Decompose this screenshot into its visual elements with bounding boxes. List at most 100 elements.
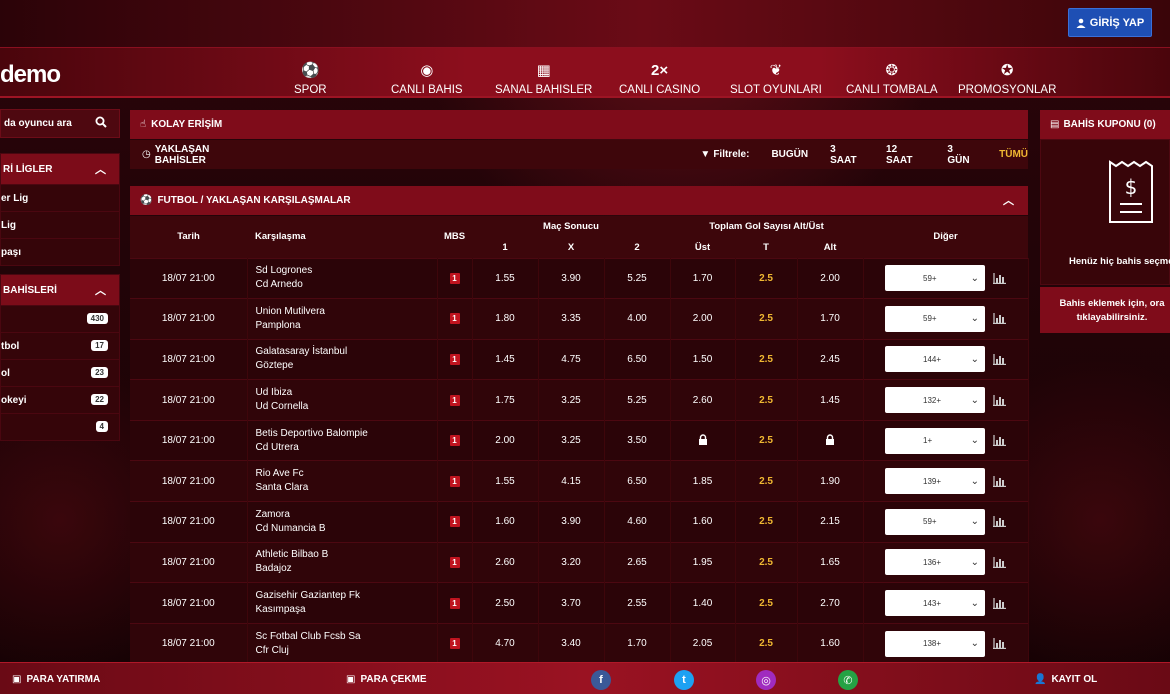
match-teams[interactable]: Galatasaray İstanbul Göztepe bbox=[247, 338, 438, 380]
odd-1[interactable]: 1.55 bbox=[472, 257, 539, 299]
nav-item-sanal-bahisler[interactable]: ▦ SANAL BAHISLER bbox=[495, 56, 592, 96]
odd-1[interactable]: 2.00 bbox=[472, 419, 539, 461]
twitter-icon[interactable]: t bbox=[674, 670, 694, 690]
odd-under[interactable]: 2.00 bbox=[797, 257, 864, 299]
match-teams[interactable]: Sd Logrones Cd Arnedo bbox=[247, 257, 438, 299]
statistics-icon[interactable] bbox=[993, 475, 1007, 487]
matches-header[interactable]: ⚽ FUTBOL / YAKLAŞAN KARŞILAŞMALAR ︿ bbox=[130, 186, 1028, 215]
login-button[interactable]: GİRİŞ YAP bbox=[1068, 8, 1152, 37]
match-teams[interactable]: Union Mutilvera Pamplona bbox=[247, 298, 438, 340]
sports-header[interactable]: BAHİSLERİ ︿ bbox=[1, 275, 119, 305]
more-markets-select[interactable]: 143+ ⌄ bbox=[885, 590, 986, 617]
nav-item-spor[interactable]: ⚽ SPOR bbox=[294, 56, 327, 96]
sport-item[interactable]: okeyi 22 bbox=[1, 386, 119, 413]
odd-2[interactable]: 3.50 bbox=[604, 419, 671, 461]
statistics-icon[interactable] bbox=[993, 597, 1007, 609]
nav-item-canli-tombala[interactable]: ❂ CANLI TOMBALA bbox=[846, 56, 938, 96]
odd-over[interactable]: 1.85 bbox=[670, 460, 736, 502]
sport-item[interactable]: ol 23 bbox=[1, 359, 119, 386]
whatsapp-icon[interactable]: ✆ bbox=[838, 670, 858, 690]
odd-2[interactable]: 5.25 bbox=[604, 379, 671, 421]
odd-2[interactable]: 5.25 bbox=[604, 257, 671, 299]
statistics-icon[interactable] bbox=[993, 353, 1007, 365]
more-markets-select[interactable]: 59+ ⌄ bbox=[885, 508, 986, 535]
odd-under[interactable]: 2.70 bbox=[797, 582, 864, 624]
more-markets-select[interactable]: 59+ ⌄ bbox=[885, 265, 986, 292]
statistics-icon[interactable] bbox=[993, 516, 1007, 528]
odd-x[interactable]: 3.20 bbox=[538, 541, 605, 583]
sport-item[interactable]: tbol 17 bbox=[1, 332, 119, 359]
league-item[interactable]: Lig bbox=[1, 211, 119, 238]
nav-item-canli-bahis[interactable]: ◉ CANLI BAHIS bbox=[391, 56, 463, 96]
odd-over[interactable]: 1.95 bbox=[670, 541, 736, 583]
league-item[interactable]: er Lig bbox=[1, 184, 119, 211]
instagram-icon[interactable]: ◎ bbox=[756, 670, 776, 690]
odd-x[interactable]: 3.90 bbox=[538, 257, 605, 299]
odd-2[interactable]: 6.50 bbox=[604, 460, 671, 502]
odd-x[interactable]: 3.25 bbox=[538, 379, 605, 421]
odd-x[interactable]: 4.15 bbox=[538, 460, 605, 502]
odd-1[interactable]: 1.55 bbox=[472, 460, 539, 502]
odd-x[interactable]: 3.70 bbox=[538, 582, 605, 624]
odd-1[interactable]: 1.80 bbox=[472, 298, 539, 340]
more-markets-select[interactable]: 1+ ⌄ bbox=[885, 427, 986, 454]
more-markets-select[interactable]: 136+ ⌄ bbox=[885, 549, 986, 576]
sport-item[interactable]: 4 bbox=[1, 413, 119, 440]
more-markets-select[interactable]: 132+ ⌄ bbox=[885, 387, 986, 414]
more-markets-select[interactable]: 138+ ⌄ bbox=[885, 630, 986, 657]
odd-under[interactable]: 1.45 bbox=[797, 379, 864, 421]
odd-over[interactable]: 2.60 bbox=[670, 379, 736, 421]
match-teams[interactable]: Betis Deportivo Balompie Cd Utrera bbox=[247, 419, 438, 461]
odd-under[interactable]: 2.15 bbox=[797, 501, 864, 543]
odd-x[interactable]: 3.40 bbox=[538, 622, 605, 664]
odd-under[interactable]: 2.45 bbox=[797, 338, 864, 380]
odd-over[interactable]: 2.00 bbox=[670, 298, 736, 340]
filter-today[interactable]: BUGÜN bbox=[771, 149, 808, 160]
odd-x[interactable]: 3.90 bbox=[538, 501, 605, 543]
filter-3-days[interactable]: 3 GÜN bbox=[947, 144, 977, 166]
register-button[interactable]: 👤 KAYIT OL bbox=[1034, 663, 1097, 694]
match-teams[interactable]: Sc Fotbal Club Fcsb Sa Cfr Cluj bbox=[247, 622, 438, 664]
odd-over[interactable]: 1.70 bbox=[670, 257, 736, 299]
coupon-header[interactable]: ▤ BAHİS KUPONU (0) bbox=[1040, 110, 1170, 139]
odd-1[interactable]: 4.70 bbox=[472, 622, 539, 664]
odd-x[interactable]: 3.25 bbox=[538, 419, 605, 461]
odd-1[interactable]: 1.45 bbox=[472, 338, 539, 380]
odd-1[interactable]: 1.75 bbox=[472, 379, 539, 421]
odd-1[interactable]: 1.60 bbox=[472, 501, 539, 543]
odd-2[interactable]: 2.55 bbox=[604, 582, 671, 624]
filter-all[interactable]: TÜMÜ bbox=[999, 149, 1028, 160]
odd-2[interactable]: 4.60 bbox=[604, 501, 671, 543]
player-search-input[interactable]: da oyuncu ara bbox=[0, 109, 120, 138]
more-markets-select[interactable]: 59+ ⌄ bbox=[885, 305, 986, 332]
odd-2[interactable]: 2.65 bbox=[604, 541, 671, 583]
match-teams[interactable]: Ud Ibiza Ud Cornella bbox=[247, 379, 438, 421]
odd-over[interactable]: 2.05 bbox=[670, 622, 736, 664]
odd-under[interactable]: 1.90 bbox=[797, 460, 864, 502]
nav-item-promosyonlar[interactable]: ✪ PROMOSYONLAR bbox=[958, 56, 1056, 96]
match-teams[interactable]: Zamora Cd Numancia B bbox=[247, 501, 438, 543]
statistics-icon[interactable] bbox=[993, 435, 1007, 447]
facebook-icon[interactable]: f bbox=[591, 670, 611, 690]
withdraw-button[interactable]: ▣ PARA ÇEKME bbox=[346, 663, 427, 694]
logo[interactable]: demo bbox=[0, 61, 61, 89]
odd-under[interactable]: 1.70 bbox=[797, 298, 864, 340]
match-teams[interactable]: Athletic Bilbao B Badajoz bbox=[247, 541, 438, 583]
nav-item-canli-casino[interactable]: 2× CANLI CASINO bbox=[619, 56, 700, 96]
statistics-icon[interactable] bbox=[993, 272, 1007, 284]
odd-under[interactable]: 1.60 bbox=[797, 622, 864, 664]
odd-over[interactable]: 1.40 bbox=[670, 582, 736, 624]
match-teams[interactable]: Gazisehir Gaziantep Fk Kasımpaşa bbox=[247, 582, 438, 624]
sport-item[interactable]: 430 bbox=[1, 305, 119, 332]
odd-2[interactable]: 6.50 bbox=[604, 338, 671, 380]
chevron-up-icon[interactable]: ︿ bbox=[1003, 192, 1014, 208]
odd-1[interactable]: 2.50 bbox=[472, 582, 539, 624]
statistics-icon[interactable] bbox=[993, 556, 1007, 568]
odd-over[interactable]: 1.60 bbox=[670, 501, 736, 543]
chevron-up-icon[interactable]: ︿ bbox=[95, 161, 106, 177]
quick-access-header[interactable]: ☝ KOLAY ERİŞİM bbox=[130, 110, 1028, 139]
search-icon[interactable] bbox=[95, 116, 107, 128]
odd-under[interactable]: 1.65 bbox=[797, 541, 864, 583]
nav-item-slot-oyunlari[interactable]: ❦ SLOT OYUNLARI bbox=[730, 56, 822, 96]
odd-2[interactable]: 4.00 bbox=[604, 298, 671, 340]
